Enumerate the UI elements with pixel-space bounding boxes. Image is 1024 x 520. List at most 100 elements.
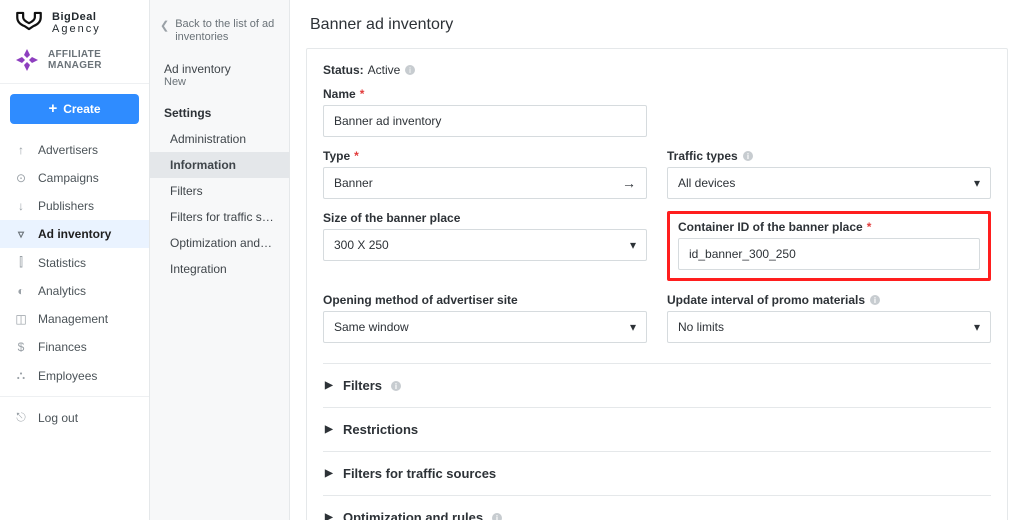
info-icon[interactable]: i [390,380,402,392]
acc-label: Optimization and rules [343,510,483,520]
opening-label: Opening method of advertiser site [323,293,647,307]
svg-text:i: i [874,296,876,305]
accordion: ▶ Filters i ▶ Restrictions ▶ Filters for… [323,363,991,520]
form-card: Status: Active i Name * [306,48,1008,520]
card-scroll[interactable]: Status: Active i Name * [290,48,1024,520]
container-input-wrap[interactable] [678,238,980,270]
status-row: Status: Active i [323,63,991,77]
info-icon[interactable]: i [491,512,503,520]
container-label-text: Container ID of the banner place [678,220,863,234]
nav-item-advertisers[interactable]: ↑ Advertisers [0,136,149,164]
role-row: AFFILIATE MANAGER [0,41,149,84]
arrow-right-icon: → [622,175,636,191]
traffic-label-text: Traffic types [667,149,738,163]
upload-icon: ↑ [14,143,28,157]
logout-icon: ⎋ [14,410,28,425]
triangle-right-icon: ▶ [325,468,335,479]
nav-label: Publishers [38,199,94,213]
container-input[interactable] [689,247,969,261]
accordion-optimization[interactable]: ▶ Optimization and rules i [323,495,991,520]
accordion-filters[interactable]: ▶ Filters i [323,363,991,407]
opening-select[interactable]: Same window ▾ [323,311,647,343]
brand-text: BigDeal Agency [52,11,101,35]
sub-item-integration[interactable]: Integration [150,256,289,282]
page-title: Banner ad inventory [290,0,1024,48]
nav-item-publishers[interactable]: ↓ Publishers [0,192,149,220]
sub-heading-block: Ad inventory New [150,56,289,90]
field-traffic-types: Traffic types i All devices ▾ [667,149,991,199]
chevron-left-icon: ❮ [160,18,169,32]
type-select[interactable]: Banner → [323,167,647,199]
nav-label: Analytics [38,284,86,298]
funnel-icon: ▿ [14,227,28,241]
nav-label: Statistics [38,256,86,270]
nav-item-management[interactable]: ◫ Management [0,305,149,333]
sub-item-filters[interactable]: Filters [150,178,289,204]
container-id-highlight: Container ID of the banner place * [667,211,991,281]
chevron-down-icon: ▾ [630,320,636,334]
sub-item-information[interactable]: Information [150,152,289,178]
nav-item-logout[interactable]: ⎋ Log out [0,403,149,432]
traffic-label: Traffic types i [667,149,991,163]
type-label: Type * [323,149,647,163]
traffic-value: All devices [678,176,735,190]
sub-item-filters-traffic[interactable]: Filters for traffic sour… [150,204,289,230]
field-type: Type * Banner → [323,149,647,199]
nav-item-ad-inventory[interactable]: ▿ Ad inventory [0,220,149,248]
name-input[interactable] [334,114,636,128]
chevron-down-icon: ▾ [630,238,636,252]
nav-label: Ad inventory [38,227,111,241]
nav-label: Finances [38,340,87,354]
nav-label: Log out [38,411,78,425]
size-select[interactable]: 300 X 250 ▾ [323,229,647,261]
required-mark: * [360,87,365,101]
form-grid: Name * Type * Banner → [323,87,991,343]
nav-item-statistics[interactable]: ⫿ Statistics [0,248,149,277]
nav-item-finances[interactable]: $ Finances [0,333,149,361]
chevron-down-icon: ▾ [974,320,980,334]
chevron-down-icon: ▾ [974,176,980,190]
acc-label: Filters for traffic sources [343,466,496,481]
dollar-icon: $ [14,340,28,354]
brand-logo [14,10,44,35]
svg-text:i: i [496,514,498,520]
status-value: Active [368,63,401,77]
info-icon[interactable]: i [404,64,416,76]
info-icon[interactable]: i [869,294,881,306]
nav-item-campaigns[interactable]: ⊙ Campaigns [0,164,149,192]
sub-item-administration[interactable]: Administration [150,126,289,152]
nav-item-analytics[interactable]: ◐ Analytics [0,277,149,305]
target-icon: ⊙ [14,171,28,185]
name-input-wrap[interactable] [323,105,647,137]
size-value: 300 X 250 [334,238,389,252]
name-label: Name * [323,87,647,101]
sub-item-optimization[interactable]: Optimization and rules [150,230,289,256]
brand-line2: Agency [52,23,101,35]
required-mark: * [354,149,359,163]
brand-line1: BigDeal [52,11,101,23]
update-select[interactable]: No limits ▾ [667,311,991,343]
field-size: Size of the banner place 300 X 250 ▾ [323,211,647,281]
create-label: Create [63,102,100,116]
container-label: Container ID of the banner place * [678,220,980,234]
back-link[interactable]: ❮ Back to the list of ad inventories [150,8,289,56]
type-label-text: Type [323,149,350,163]
create-button[interactable]: + Create [10,94,139,124]
grid-icon: ◫ [14,312,28,326]
field-container-id: Container ID of the banner place * [678,220,980,270]
accordion-restrictions[interactable]: ▶ Restrictions [323,407,991,451]
accordion-filters-traffic[interactable]: ▶ Filters for traffic sources [323,451,991,495]
main-content: Banner ad inventory Status: Active i Nam… [290,0,1024,520]
required-mark: * [867,220,872,234]
nav-label: Advertisers [38,143,98,157]
nav-item-employees[interactable]: ⛬ Employees [0,361,149,390]
field-opening-method: Opening method of advertiser site Same w… [323,293,647,343]
svg-text:i: i [747,152,749,161]
acc-label: Filters [343,378,382,393]
back-text: Back to the list of ad inventories [175,18,277,44]
info-icon[interactable]: i [742,150,754,162]
traffic-select[interactable]: All devices ▾ [667,167,991,199]
people-icon: ⛬ [14,368,28,383]
field-update-interval: Update interval of promo materials i No … [667,293,991,343]
role-avatar-icon [14,47,40,73]
